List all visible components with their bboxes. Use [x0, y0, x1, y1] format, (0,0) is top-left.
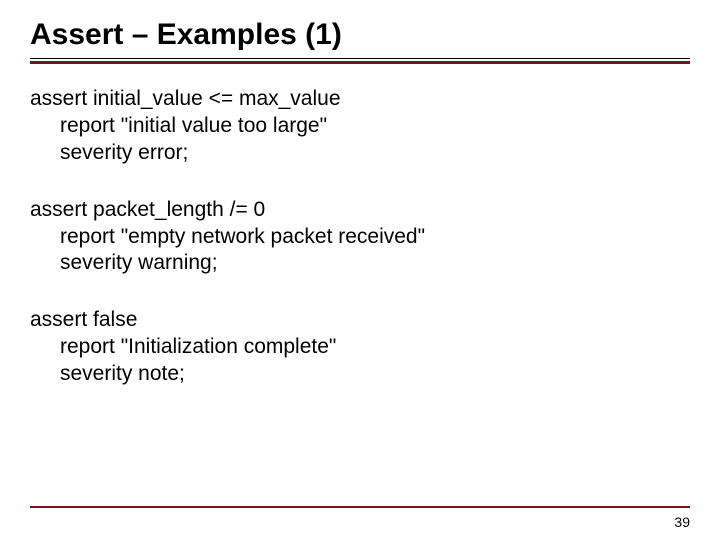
code-line: report "Initialization complete" [30, 334, 690, 361]
code-line: report "initial value too large" [30, 113, 690, 140]
page-number: 39 [674, 514, 690, 530]
footer-rule [30, 506, 690, 508]
code-line: assert initial_value <= max_value [30, 86, 690, 113]
code-line: severity warning; [30, 250, 690, 277]
code-line: severity error; [30, 140, 690, 167]
content: assert initial_value <= max_value report… [30, 86, 690, 388]
code-line: assert packet_length /= 0 [30, 197, 690, 224]
code-block: assert packet_length /= 0 report "empty … [30, 197, 690, 278]
code-line: report "empty network packet received" [30, 224, 690, 251]
code-line: severity note; [30, 361, 690, 388]
slide: Assert – Examples (1) assert initial_val… [0, 0, 720, 540]
rule-thick [30, 61, 690, 64]
title-rule [30, 58, 690, 64]
code-line: assert false [30, 307, 690, 334]
page-title: Assert – Examples (1) [30, 18, 690, 52]
rule-thin [30, 58, 690, 59]
code-block: assert initial_value <= max_value report… [30, 86, 690, 167]
code-block: assert false report "Initialization comp… [30, 307, 690, 388]
